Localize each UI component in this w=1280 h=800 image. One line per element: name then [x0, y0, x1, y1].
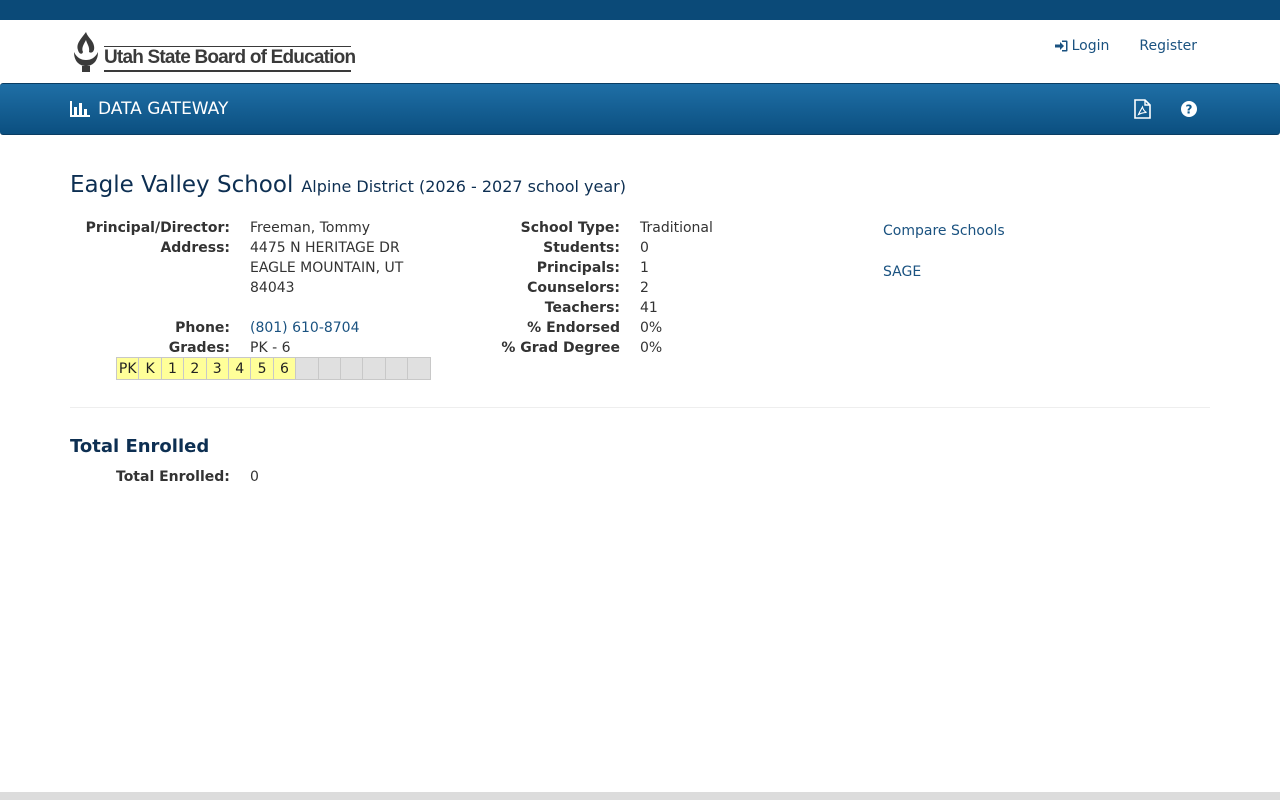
counselors-label: Counselors:: [527, 280, 620, 296]
grade-cell-2: 2: [184, 358, 207, 379]
grade-cell-6: 6: [273, 358, 297, 379]
grade-cell-7: [296, 358, 319, 379]
address-zip: 84043: [250, 280, 295, 296]
grade-span-bar: PK K 1 2 3 4 5 6: [116, 357, 432, 380]
principals-label: Principals:: [536, 260, 620, 276]
login-link[interactable]: Login: [1054, 38, 1110, 54]
teachers-label: Teachers:: [544, 300, 620, 316]
bar-chart-icon: [70, 101, 90, 117]
principal-label: Principal/Director:: [85, 220, 230, 236]
grade-cell-11: [385, 358, 409, 379]
address-line-1: 4475 N HERITAGE DR: [250, 240, 400, 256]
phone-link[interactable]: (801) 610-8704: [250, 320, 360, 336]
app-navbar: DATA GATEWAY ?: [0, 83, 1280, 135]
grade-cell-10: [363, 358, 386, 379]
principal-value: Freeman, Tommy: [250, 220, 370, 236]
enrollment-section-title: Total Enrolled: [70, 436, 210, 457]
grad-degree-value: 0%: [640, 340, 663, 356]
svg-text:?: ?: [1186, 103, 1193, 117]
grade-cell-12: [408, 358, 431, 379]
help-icon[interactable]: ?: [1178, 98, 1200, 120]
school-links: Compare Schools SAGE: [883, 223, 1005, 280]
brand-label: DATA GATEWAY: [98, 99, 229, 119]
logo-text: Utah State Board of Education: [104, 47, 356, 68]
top-accent-bar: [0, 0, 1280, 20]
principals-value: 1: [640, 260, 649, 276]
grade-cell-9: [340, 358, 364, 379]
school-name: Eagle Valley School: [70, 172, 294, 198]
address-label: Address:: [160, 240, 230, 256]
grade-cell-1: 1: [161, 358, 185, 379]
grade-cell-4: 4: [228, 358, 252, 379]
school-district-year: Alpine District (2026 - 2027 school year…: [301, 177, 626, 196]
teachers-value: 41: [640, 300, 658, 316]
sage-link[interactable]: SAGE: [883, 264, 1005, 280]
school-title-row: Eagle Valley School Alpine District (202…: [70, 172, 1210, 198]
compare-schools-link[interactable]: Compare Schools: [883, 223, 1005, 239]
address-line-2: EAGLE MOUNTAIN, UT: [250, 260, 404, 276]
total-enrolled-value: 0: [250, 469, 259, 485]
site-header: Utah State Board of Education Login Regi…: [0, 20, 1280, 83]
students-value: 0: [640, 240, 649, 256]
header-links: Login Register: [1054, 38, 1197, 54]
grade-cell-5: 5: [251, 358, 274, 379]
section-divider: [70, 407, 1210, 408]
grade-cell-pk: PK: [117, 358, 140, 379]
logo-rule-bottom: [104, 70, 351, 72]
grade-cell-3: 3: [206, 358, 229, 379]
torch-icon: [74, 32, 98, 72]
bottom-scroll-strip: [0, 792, 1280, 800]
grades-value: PK - 6: [250, 340, 291, 356]
grad-degree-label: % Grad Degree: [501, 340, 620, 356]
phone-label: Phone:: [175, 320, 230, 336]
grade-cell-8: [318, 358, 341, 379]
navbar-actions: ?: [1131, 98, 1200, 120]
grades-label: Grades:: [168, 340, 230, 356]
usbe-logo[interactable]: Utah State Board of Education: [70, 30, 360, 75]
sign-in-icon: [1054, 40, 1068, 52]
brand[interactable]: DATA GATEWAY: [70, 99, 228, 119]
school-type-label: School Type:: [520, 220, 620, 236]
register-link[interactable]: Register: [1139, 38, 1197, 54]
students-label: Students:: [543, 240, 620, 256]
pdf-icon[interactable]: [1131, 98, 1153, 120]
grade-cell-k: K: [139, 358, 162, 379]
counselors-value: 2: [640, 280, 649, 296]
endorsed-value: 0%: [640, 320, 663, 336]
login-label: Login: [1071, 38, 1110, 54]
total-enrolled-label: Total Enrolled:: [116, 469, 230, 485]
school-profile: Eagle Valley School Alpine District (202…: [70, 172, 1210, 380]
school-type-value: Traditional: [640, 220, 713, 236]
endorsed-label: % Endorsed: [527, 320, 620, 336]
